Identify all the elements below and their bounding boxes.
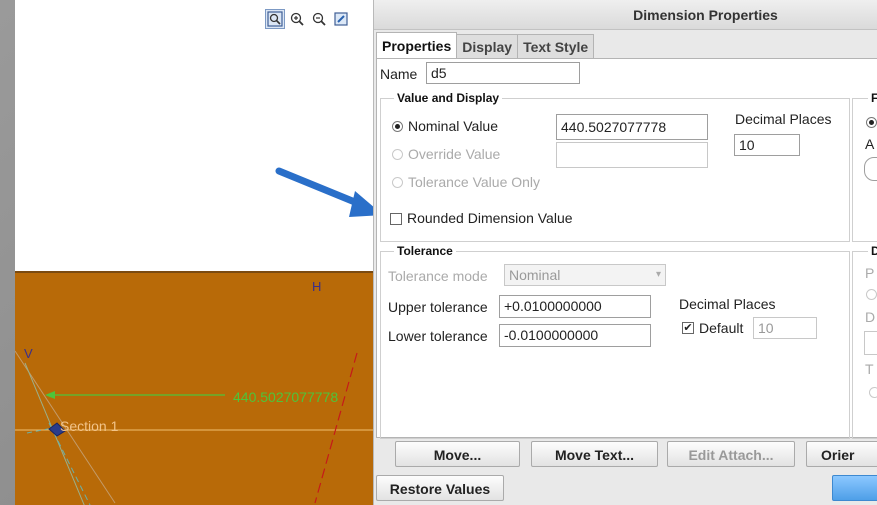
default-label: Default — [699, 320, 744, 336]
zoom-in-button[interactable] — [287, 9, 307, 29]
format-field-clipped[interactable] — [864, 157, 877, 181]
default-decimal-field[interactable]: 10 — [753, 317, 817, 339]
axis-label-v: V — [24, 346, 33, 361]
tolerance-value-only-label: Tolerance Value Only — [408, 174, 541, 190]
dual-field-clipped[interactable] — [864, 331, 877, 355]
format-group-label: F — [868, 91, 877, 105]
lower-tolerance-field[interactable]: -0.0100000000 — [499, 324, 651, 347]
tab-display[interactable]: Display — [456, 34, 519, 59]
tolerance-mode-select[interactable]: Nominal ▾ — [504, 264, 666, 286]
tolerance-mode-label: Tolerance mode — [388, 268, 488, 284]
sketch-region[interactable]: H V 440.5027077778 Section 1 — [15, 271, 373, 505]
lower-tolerance-label: Lower tolerance — [388, 328, 488, 344]
chevron-down-icon: ▾ — [655, 269, 661, 280]
axis-label-h: H — [312, 279, 322, 294]
decimal-places-label: Decimal Places — [735, 111, 832, 127]
dimension-value-label[interactable]: 440.5027077778 — [233, 389, 338, 405]
dialog-title: Dimension Properties — [374, 0, 877, 30]
override-value-radio[interactable] — [392, 149, 403, 160]
rounded-dimension-checkbox[interactable] — [390, 213, 402, 225]
format-radio[interactable] — [866, 117, 877, 128]
tolerance-mode-value: Nominal — [509, 267, 561, 283]
default-checkbox[interactable]: ✔ — [682, 322, 694, 334]
move-button[interactable]: Move... — [395, 441, 520, 467]
restore-values-button[interactable]: Restore Values — [376, 475, 504, 501]
dual-p-label: P — [865, 265, 875, 281]
tab-text-style[interactable]: Text Style — [517, 34, 595, 59]
annotation-arrow-icon — [275, 167, 373, 217]
dual-t-label: T — [865, 361, 874, 377]
override-value-field[interactable] — [556, 142, 708, 168]
upper-tolerance-label: Upper tolerance — [388, 299, 488, 315]
zoom-in-icon — [290, 12, 304, 26]
decimal-places-field[interactable]: 10 — [734, 134, 800, 156]
upper-tolerance-field[interactable]: +0.0100000000 — [499, 295, 651, 318]
edit-attach-button[interactable]: Edit Attach... — [667, 441, 795, 467]
name-field[interactable]: d5 — [426, 62, 580, 84]
tab-properties[interactable]: Properties — [376, 32, 458, 59]
rounded-dimension-label: Rounded Dimension Value — [407, 210, 573, 226]
value-display-group-label: Value and Display — [394, 91, 503, 105]
nominal-value-field[interactable]: 440.5027077778 — [556, 114, 708, 140]
zoom-out-icon — [312, 12, 326, 26]
orientation-button[interactable]: Orier — [806, 441, 877, 467]
view-toolbar — [265, 7, 351, 33]
repaint-button[interactable] — [331, 9, 351, 29]
format-a-label: A — [865, 136, 875, 152]
dual-d-label: D — [865, 309, 876, 325]
nominal-value-radio[interactable] — [392, 121, 403, 132]
dimension-arrow — [45, 391, 55, 399]
tolerance-decimal-places-label: Decimal Places — [679, 296, 776, 312]
nominal-value-label: Nominal Value — [408, 118, 499, 134]
dual-radio[interactable] — [866, 289, 877, 300]
zoom-fit-icon — [267, 11, 283, 27]
override-value-label: Override Value — [408, 146, 501, 162]
dimension-extension-line — [314, 352, 358, 504]
zoom-fit-button[interactable] — [265, 9, 285, 29]
graphics-white-region[interactable] — [15, 0, 373, 271]
tab-bar: Properties Display Text Style — [376, 32, 595, 59]
ok-button-clipped[interactable] — [832, 475, 877, 501]
tolerance-group-label: Tolerance — [394, 244, 456, 258]
window-frame: H V 440.5027077778 Section 1 Dimension P… — [0, 0, 877, 505]
dual-group-label: D — [868, 244, 877, 258]
graphics-area[interactable]: H V 440.5027077778 Section 1 — [15, 0, 373, 505]
repaint-icon — [334, 12, 348, 26]
dual-radio-2[interactable] — [869, 387, 877, 398]
properties-panel: Name d5 Value and Display Nominal Value … — [376, 58, 877, 439]
name-label: Name — [380, 66, 418, 82]
move-text-button[interactable]: Move Text... — [531, 441, 658, 467]
zoom-out-button[interactable] — [309, 9, 329, 29]
tolerance-value-only-radio[interactable] — [392, 177, 403, 188]
section-label: Section 1 — [60, 418, 119, 434]
dimension-properties-dialog: Dimension Properties Properties Display … — [373, 0, 877, 505]
